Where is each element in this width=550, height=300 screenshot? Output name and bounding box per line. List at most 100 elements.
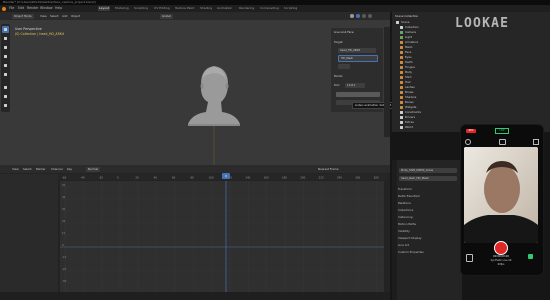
tab-layout[interactable]: Layout [98, 6, 111, 11]
outliner-title: Scene Collection [395, 14, 419, 18]
graph-menu-key[interactable]: Key [67, 167, 72, 172]
target-object-field[interactable]: head_HD_ARKit [338, 48, 376, 53]
brand-logo: LOOKAE [455, 16, 510, 31]
tab-scripting[interactable]: Scripting [283, 6, 298, 11]
menu-render[interactable]: Render [27, 5, 38, 12]
viewport-menu-select[interactable]: Select [50, 14, 59, 19]
settings-icon[interactable] [465, 139, 471, 145]
rotate-tool[interactable] [2, 53, 9, 60]
tab-rendering[interactable]: Rendering [238, 6, 255, 11]
panel-collections[interactable]: Collections [398, 207, 458, 213]
frame-tick-label: 280 [374, 176, 379, 180]
shading-wireframe-icon[interactable] [368, 14, 372, 18]
scale-tool[interactable] [2, 62, 9, 69]
toggle-button[interactable] [338, 64, 350, 69]
tab-texture-paint[interactable]: Texture Paint [174, 6, 195, 11]
cursor-tool[interactable] [2, 35, 9, 42]
mesh-icon [400, 101, 403, 104]
camera-icon[interactable] [499, 139, 506, 145]
graph-menu-view[interactable]: View [12, 167, 19, 172]
editor-mode-dropdown[interactable]: Normal [86, 166, 101, 172]
graph-area[interactable]: 50 40 30 20 10 0 -10 -20 -30 [60, 181, 384, 292]
annotate-tool[interactable] [2, 84, 9, 91]
panel-visibility[interactable]: Visibility [398, 228, 458, 234]
tab-uv-editing[interactable]: UV Editing [153, 6, 171, 11]
viewport-menu-view[interactable]: View [40, 14, 47, 19]
transform-orientation[interactable]: Global [160, 13, 173, 19]
shading-solid-icon[interactable] [350, 14, 354, 18]
cursor-icon [4, 37, 7, 40]
viewport-menu-add[interactable]: Add [62, 14, 67, 19]
transform-icon [4, 73, 7, 76]
capture-caption: Synthetic Live 4K [490, 259, 512, 262]
add-cube-tool[interactable] [2, 102, 9, 109]
collection-icon [400, 121, 403, 124]
record-button[interactable] [494, 241, 508, 255]
target-label: Target [334, 40, 343, 44]
snapping-dropdown[interactable]: Nearest Frame [318, 167, 339, 172]
frame-tick-label: 100 [209, 176, 214, 180]
current-frame-indicator[interactable]: 0 [222, 173, 230, 179]
shading-rendered-icon[interactable] [362, 14, 366, 18]
view-name: User Perspective [15, 27, 42, 31]
value-axis-label: -20 [62, 267, 67, 271]
head-bust-model[interactable] [180, 60, 250, 170]
graph-menu-marker[interactable]: Marker [36, 167, 46, 172]
frame-tick-label: 240 [337, 176, 342, 180]
graph-menu-channel[interactable]: Channel [51, 167, 62, 172]
transform-tool[interactable] [2, 71, 9, 78]
mesh-icon [400, 56, 403, 59]
panel-custom-properties[interactable]: Custom Properties [398, 249, 458, 255]
tab-sculpting[interactable]: Sculpting [133, 6, 149, 11]
timecode-display: 00:00:00:00 [493, 255, 509, 258]
scale-icon [4, 64, 7, 67]
blender-logo-icon[interactable] [2, 6, 6, 11]
status-bar [0, 292, 390, 300]
shading-material-icon[interactable] [356, 14, 360, 18]
menu-window[interactable]: Window [40, 5, 53, 12]
channel-list[interactable] [0, 174, 58, 292]
tab-animation[interactable]: Animation [216, 6, 233, 11]
tab-compositing[interactable]: Compositing [259, 6, 280, 11]
port-field[interactable]: 11111 [345, 83, 365, 88]
value-axis-label: 40 [62, 195, 66, 199]
value-axis-label: 30 [62, 207, 66, 211]
select-box-tool[interactable] [2, 26, 9, 33]
mode-selector[interactable]: Object Mode [12, 13, 34, 19]
rec-badge: REC [466, 129, 476, 133]
move-tool[interactable] [2, 44, 9, 51]
camera-icon [400, 31, 403, 34]
frame-tick-label: 200 [300, 176, 305, 180]
properties-tabs[interactable] [392, 160, 397, 300]
menu-file[interactable]: File [9, 5, 14, 12]
value-axis-label: -10 [62, 255, 67, 259]
tab-shading[interactable]: Shading [199, 6, 213, 11]
graph-canvas: 50 40 30 20 10 0 -10 -20 -30 [60, 181, 384, 292]
frame-tick-label: 140 [245, 176, 250, 180]
viewport-menu-object[interactable]: Object [71, 14, 80, 19]
data-name-field[interactable]: head_leam_HD_Mesh [399, 176, 457, 181]
panel-delta-transform[interactable]: Delta Transform [398, 193, 458, 199]
armature-icon [400, 41, 403, 44]
frame-tick-label: -40 [80, 176, 85, 180]
measure-tool[interactable] [2, 93, 9, 100]
sidebar-tabs[interactable] [384, 27, 390, 137]
panel-motion-paths[interactable]: Motion Paths [398, 221, 458, 227]
mesh-icon [400, 81, 403, 84]
panel-instancing[interactable]: Instancing [398, 214, 458, 220]
connect-button[interactable] [336, 92, 380, 97]
collection-icon [400, 126, 403, 129]
fullscreen-icon[interactable] [533, 139, 539, 145]
value-axis-label: 10 [62, 231, 66, 235]
tab-modeling[interactable]: Modeling [114, 6, 130, 11]
object-name-field[interactable]: Pinky_Shift_00054_Gross [399, 168, 457, 173]
panel-relations[interactable]: Relations [398, 200, 458, 206]
graph-menu-select[interactable]: Select [23, 167, 32, 172]
panel-transform[interactable]: Transform [398, 186, 458, 192]
frame-tick-label: 260 [355, 176, 360, 180]
menu-edit[interactable]: Edit [18, 5, 24, 12]
target-mesh-field[interactable]: HD_Mesh [338, 55, 378, 62]
menu-help[interactable]: Help [55, 5, 62, 12]
panel-line-art[interactable]: Line Art [398, 242, 458, 248]
panel-viewport-display[interactable]: Viewport Display [398, 235, 458, 241]
